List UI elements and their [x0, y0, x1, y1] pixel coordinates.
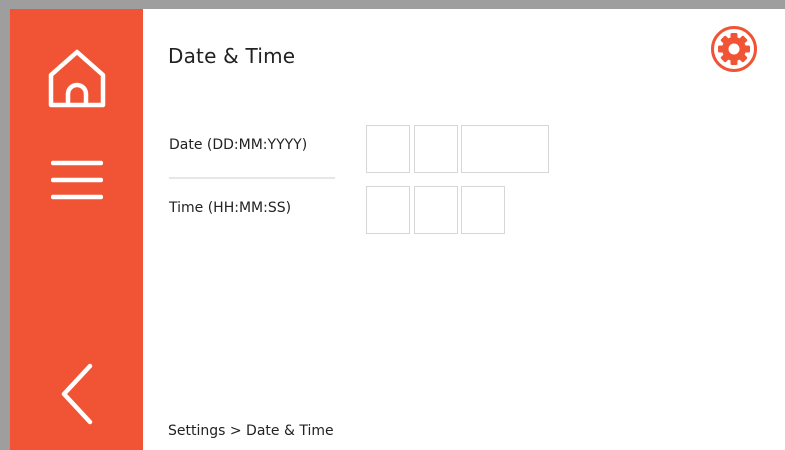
date-day-input[interactable] — [366, 125, 410, 173]
screen: Date & Time Date (DD:MM:YYYY) Time (HH:M… — [10, 9, 785, 450]
gear-icon — [711, 26, 757, 72]
page-title: Date & Time — [168, 44, 296, 68]
device-bezel: Date & Time Date (DD:MM:YYYY) Time (HH:M… — [0, 0, 785, 450]
date-year-input[interactable] — [461, 125, 549, 173]
time-minutes-input[interactable] — [414, 186, 458, 234]
settings-button[interactable] — [709, 24, 759, 74]
time-label: Time (HH:MM:SS) — [169, 200, 292, 216]
home-icon — [48, 49, 105, 108]
home-button[interactable] — [10, 23, 143, 133]
back-button[interactable] — [10, 339, 143, 449]
chevron-left-icon — [61, 363, 92, 425]
divider — [169, 177, 335, 179]
breadcrumb: Settings > Date & Time — [168, 423, 334, 439]
date-month-input[interactable] — [414, 125, 458, 173]
menu-icon — [50, 160, 103, 200]
sidebar — [10, 9, 143, 450]
time-hours-input[interactable] — [366, 186, 410, 234]
menu-button[interactable] — [10, 135, 143, 225]
date-label: Date (DD:MM:YYYY) — [169, 137, 308, 153]
time-seconds-input[interactable] — [461, 186, 505, 234]
